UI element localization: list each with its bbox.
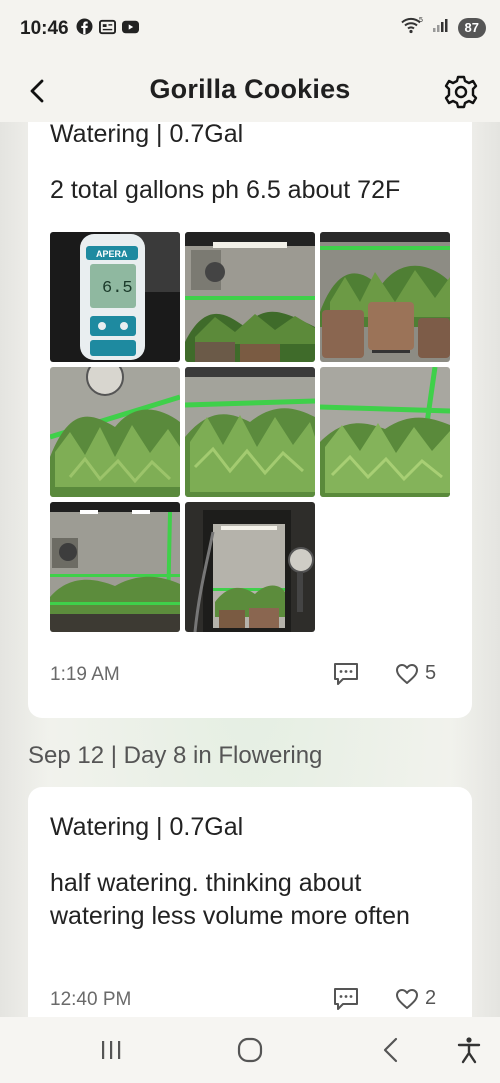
accessibility-button[interactable]	[452, 1035, 486, 1065]
recent-apps-button[interactable]	[94, 1035, 128, 1065]
app-header: Gorilla Cookies	[0, 60, 500, 122]
nav-back-button[interactable]	[374, 1035, 408, 1065]
day-header: Sep 12 | Day 8 in Flowering	[28, 742, 323, 769]
heart-icon	[396, 988, 418, 1009]
tent-open-photo[interactable]	[185, 502, 315, 632]
entry-time: 1:19 AM	[50, 664, 120, 685]
photo-grid: APERA 6.5	[50, 232, 450, 632]
like-count: 2	[425, 987, 437, 1009]
comment-button[interactable]	[333, 987, 359, 1011]
comment-icon	[334, 988, 358, 1010]
youtube-icon	[122, 18, 139, 35]
meter-reading: 6.5	[102, 279, 133, 298]
news-icon	[99, 18, 116, 35]
canopy-photo[interactable]	[320, 367, 450, 497]
entry-title: Watering | 0.7Gal	[50, 813, 244, 841]
grow-tent-photo[interactable]	[185, 232, 315, 362]
canopy-photo[interactable]	[50, 367, 180, 497]
comment-icon	[334, 663, 358, 685]
entry-title: Watering | 0.7Gal	[50, 120, 244, 148]
accessibility-icon	[457, 1037, 481, 1064]
battery-icon: 87	[457, 17, 486, 38]
status-time: 10:46	[20, 18, 69, 39]
gear-icon	[444, 75, 478, 109]
ph-meter-photo[interactable]: APERA 6.5	[50, 232, 180, 362]
svg-text:5: 5	[419, 17, 423, 24]
back-arrow-icon	[383, 1037, 398, 1063]
wifi-icon: 5	[400, 16, 424, 39]
canopy-photo[interactable]	[185, 367, 315, 497]
fabric-pots-photo[interactable]	[320, 232, 450, 362]
system-nav-bar	[0, 1017, 500, 1083]
journal-entry-card[interactable]: Watering | 0.7Gal 2 total gallons ph 6.5…	[28, 96, 472, 718]
signal-icon	[432, 17, 450, 38]
heart-icon	[396, 663, 418, 684]
status-bar: 10:46 5 87	[0, 0, 500, 60]
home-button[interactable]	[233, 1035, 267, 1065]
entry-body: half watering. thinking about watering l…	[50, 869, 410, 930]
notification-icons	[76, 18, 139, 35]
facebook-icon	[76, 18, 93, 35]
recent-apps-icon	[102, 1041, 121, 1059]
journal-entry-card[interactable]: Watering | 0.7Gal half watering. thinkin…	[28, 787, 472, 1047]
entry-time: 12:40 PM	[50, 989, 132, 1010]
tent-top-photo[interactable]	[50, 502, 180, 632]
like-button[interactable]: 2	[395, 987, 436, 1010]
entry-body: 2 total gallons ph 6.5 about 72F	[50, 176, 401, 204]
comment-button[interactable]	[333, 662, 359, 686]
meter-brand: APERA	[96, 249, 128, 259]
like-count: 5	[425, 662, 437, 684]
like-button[interactable]: 5	[395, 662, 436, 685]
settings-button[interactable]	[444, 75, 478, 109]
home-icon	[237, 1037, 263, 1063]
system-indicators: 5 87	[400, 16, 486, 39]
page-title: Gorilla Cookies	[149, 74, 351, 104]
